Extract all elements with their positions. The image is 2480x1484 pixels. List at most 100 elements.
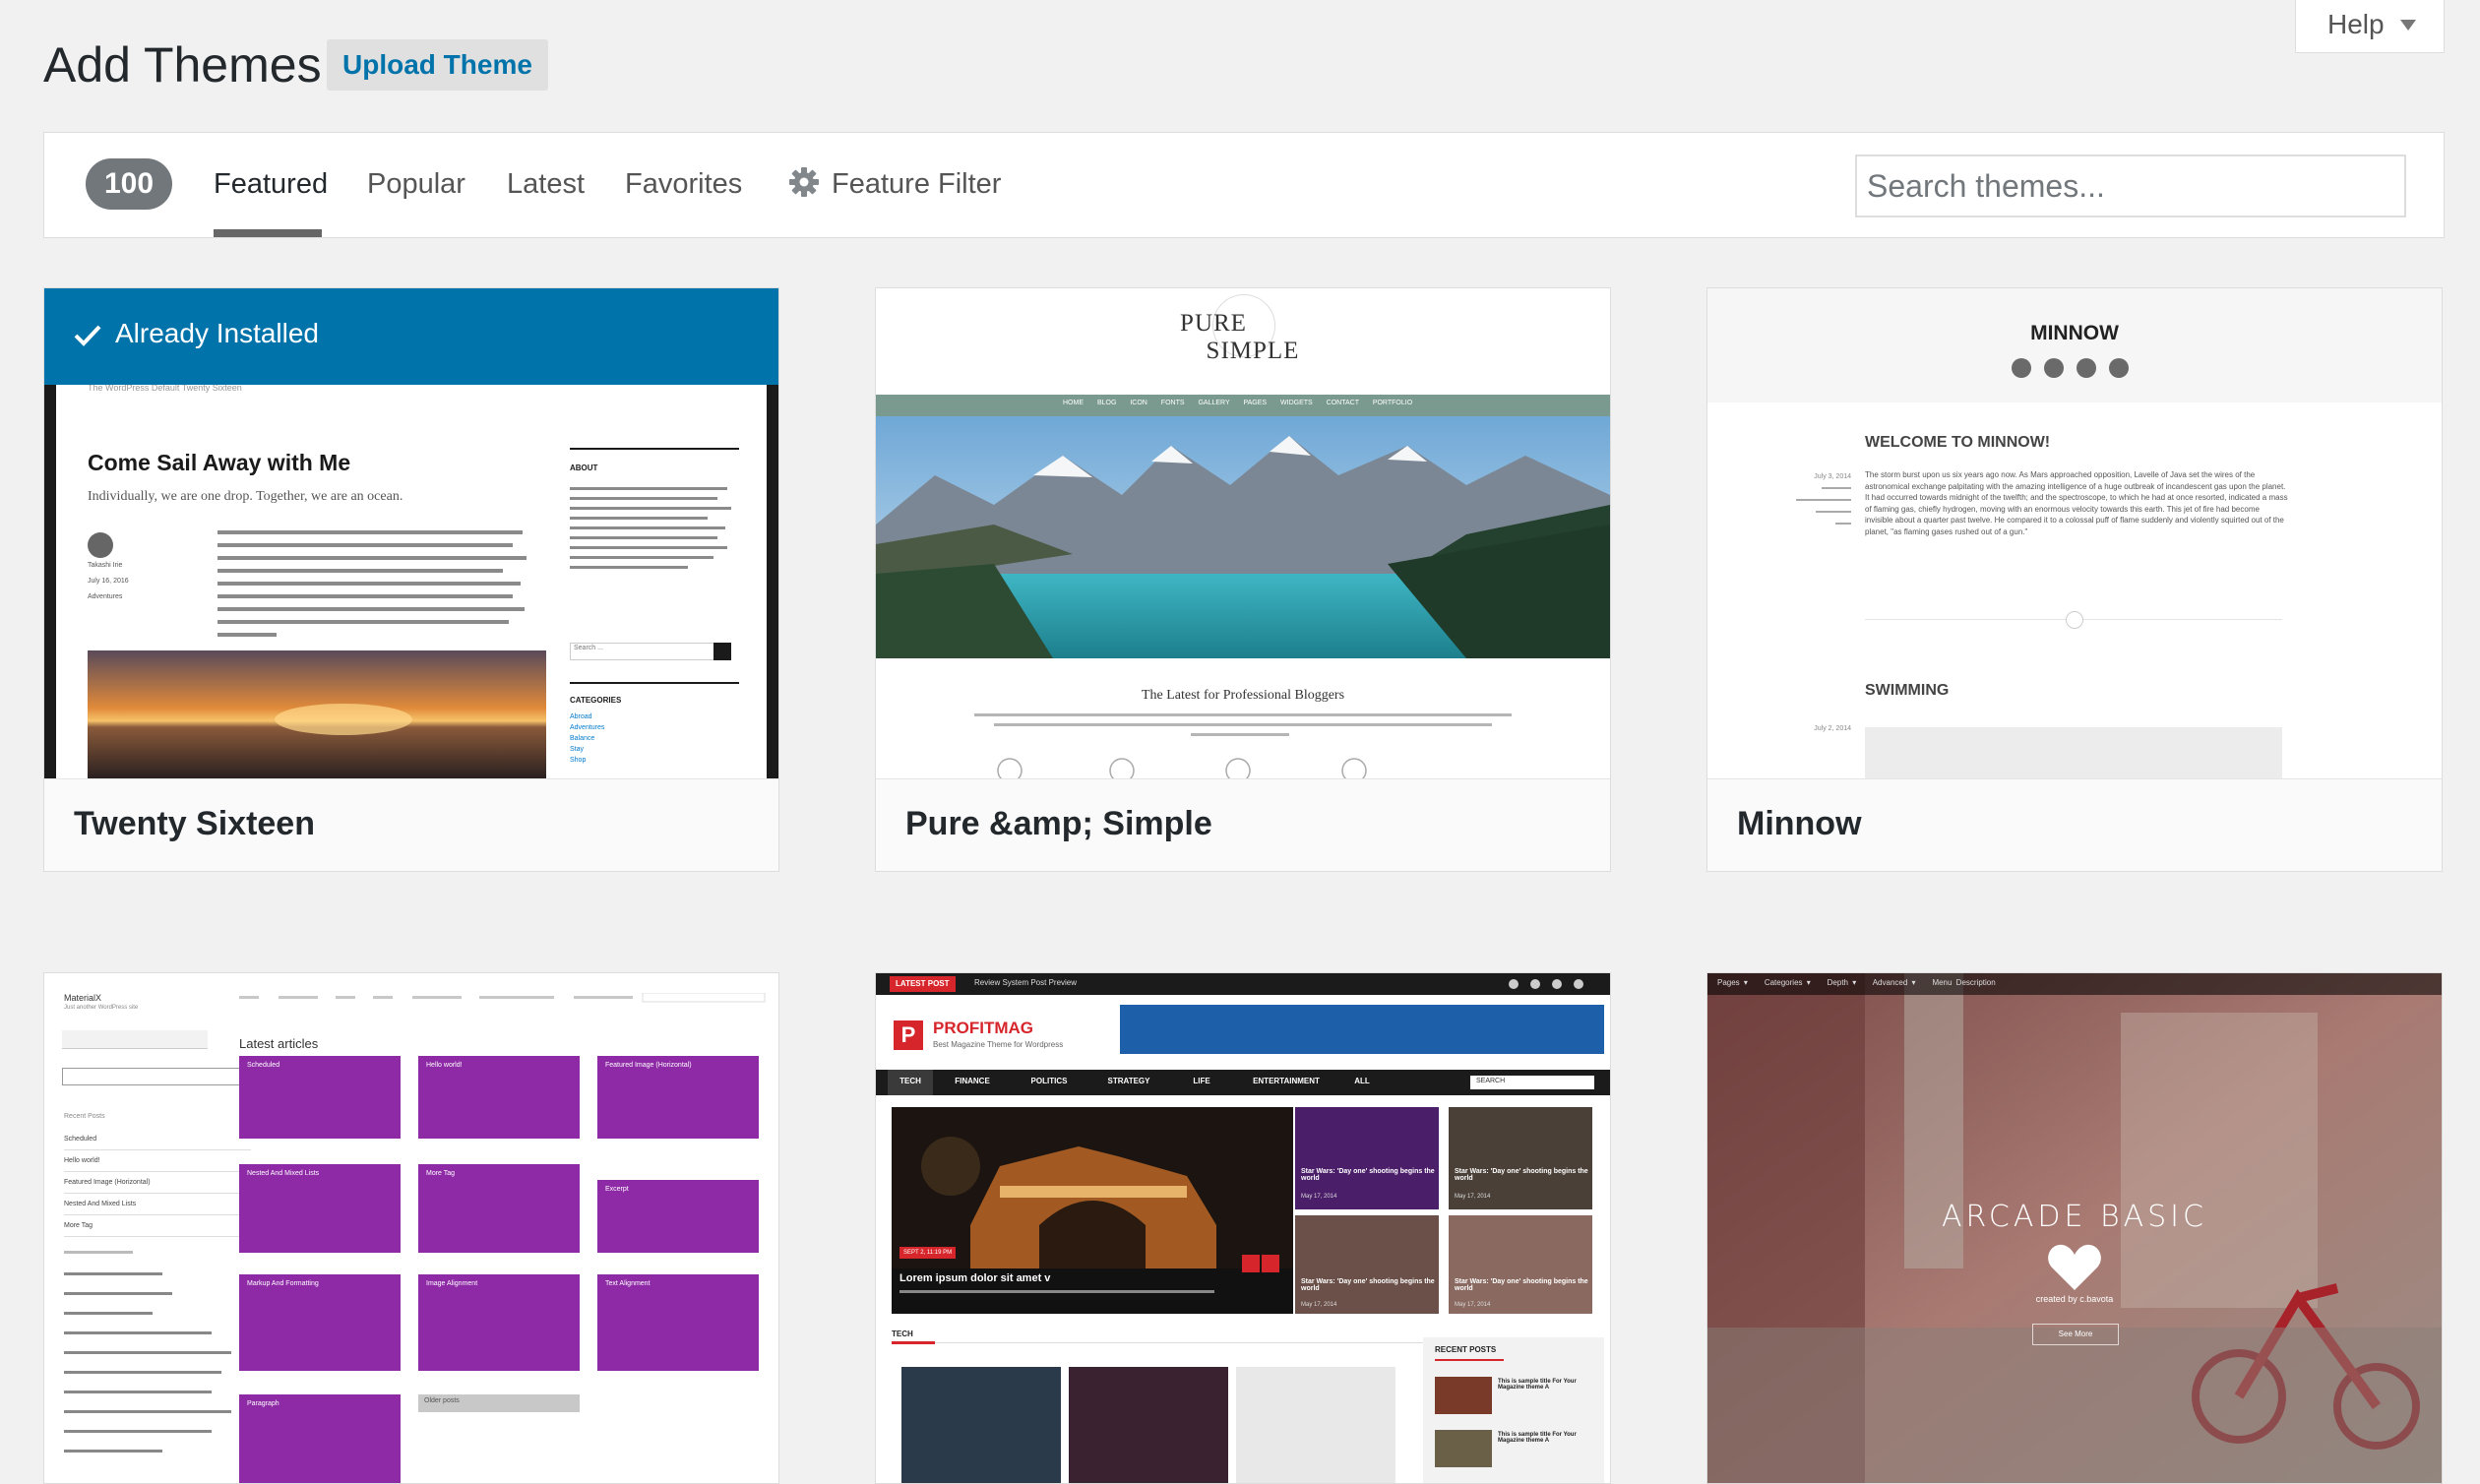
gear-icon[interactable] bbox=[788, 166, 820, 198]
theme-card-profitmag[interactable]: LATEST POST Review System Post Preview P… bbox=[875, 972, 1611, 1484]
chevron-right-icon[interactable] bbox=[1262, 1255, 1279, 1272]
preview-recent-posts: Scheduled Hello world! Featured Image (H… bbox=[64, 1129, 251, 1237]
divider-icon bbox=[2066, 611, 2083, 629]
help-tab[interactable]: Help bbox=[2295, 0, 2445, 53]
preview-tile: Image Alignment bbox=[418, 1274, 580, 1371]
search-themes-input[interactable] bbox=[1855, 155, 2406, 217]
theme-card-arcade-basic[interactable]: Pages ▾ Categories ▾ Depth ▾ Advanced ▾ … bbox=[1706, 972, 2443, 1484]
preview-about-heading: ABOUT bbox=[570, 464, 598, 472]
preview-side-title: Star Wars: 'Day one' shooting begins the… bbox=[1455, 1168, 1588, 1182]
theme-screenshot[interactable]: Pages ▾ Categories ▾ Depth ▾ Advanced ▾ … bbox=[1707, 973, 2442, 1483]
theme-screenshot[interactable]: MaterialX Just another WordPress site Re… bbox=[44, 973, 778, 1483]
theme-card-materialx[interactable]: MaterialX Just another WordPress site Re… bbox=[43, 972, 779, 1484]
preview-tile: Scheduled bbox=[239, 1056, 401, 1139]
preview-post-title: Come Sail Away with Me bbox=[88, 450, 351, 475]
tab-favorites[interactable]: Favorites bbox=[625, 164, 742, 204]
preview-nav: HOME BLOG ICON FONTS GALLERY PAGES WIDGE… bbox=[1063, 400, 1413, 406]
preview-tile: More Tag bbox=[418, 1164, 580, 1253]
theme-filter-bar: 100 Featured Popular Latest Favorites Fe… bbox=[43, 132, 2445, 238]
preview-post1-date: July 3, 2014 bbox=[1814, 473, 1851, 480]
preview-nav: TECH FINANCE POLITICS STRATEGY LIFE ENTERTAIN… bbox=[899, 1077, 1370, 1085]
preview-categories-heading: CATEGORIES bbox=[570, 696, 622, 705]
preview-tile: Markup And Formatting bbox=[239, 1274, 401, 1371]
theme-card-twenty-sixteen[interactable]: Already Installed The WordPress Default … bbox=[43, 287, 779, 872]
preview-search-icon bbox=[713, 643, 731, 660]
preview-post1-title: WELCOME TO MINNOW! bbox=[1865, 434, 2051, 451]
preview-recent-thumb bbox=[1435, 1430, 1492, 1467]
already-installed-label: Already Installed bbox=[115, 318, 320, 348]
preview-tile: Nested And Mixed Lists bbox=[239, 1164, 401, 1253]
help-label: Help bbox=[2327, 9, 2385, 39]
preview-search: Search ... bbox=[574, 645, 603, 651]
preview-side-image bbox=[1295, 1215, 1439, 1314]
upload-theme-button[interactable]: Upload Theme bbox=[327, 39, 548, 91]
advertise-banner bbox=[1120, 1005, 1604, 1054]
preview-search: SEARCH bbox=[1476, 1078, 1506, 1084]
preview-side-title: Star Wars: 'Day one' shooting begins the… bbox=[1301, 1278, 1435, 1292]
theme-name-bar: Pure &amp; Simple bbox=[876, 778, 1610, 871]
preview-tile: Excerpt bbox=[597, 1180, 759, 1253]
preview-logo: PURE SIMPLE bbox=[1180, 310, 1300, 364]
preview-side-date: May 17, 2014 bbox=[1301, 1194, 1337, 1200]
already-installed-banner: Already Installed bbox=[44, 288, 778, 385]
preview-body-text bbox=[217, 530, 527, 637]
theme-name: Minnow bbox=[1737, 805, 1862, 842]
preview-site-title: MINNOW bbox=[2030, 322, 2119, 344]
mountain-lake-image bbox=[876, 416, 1610, 658]
preview-date: July 16, 2016 bbox=[88, 578, 129, 585]
preview-hero-title: Lorem ipsum dolor sit amet v bbox=[899, 1272, 1051, 1284]
sunset-image bbox=[88, 650, 546, 778]
preview-intro-text bbox=[974, 713, 1512, 778]
theme-name-bar: Minnow bbox=[1707, 778, 2442, 871]
preview-latest-label: LATEST POST bbox=[890, 976, 956, 992]
page-title: Add Themes bbox=[43, 37, 322, 93]
preview-tile: Paragraph bbox=[239, 1394, 401, 1483]
preview-tagline: Just another WordPress site bbox=[64, 1005, 139, 1011]
preview-recent-thumb bbox=[1435, 1377, 1492, 1414]
tab-featured[interactable]: Featured bbox=[214, 164, 328, 204]
chevron-left-icon[interactable] bbox=[1242, 1255, 1260, 1272]
preview-recent-title: This is sample title For Your Magazine t… bbox=[1498, 1432, 1577, 1444]
preview-side-title: Star Wars: 'Day one' shooting begins the… bbox=[1301, 1168, 1435, 1182]
see-more-button: See More bbox=[2032, 1324, 2119, 1345]
preview-post1-meta bbox=[1796, 487, 1851, 525]
preview-side-image bbox=[1449, 1215, 1592, 1314]
preview-top-nav bbox=[239, 993, 766, 1003]
preview-credit: created by c.bavota bbox=[2035, 1294, 2114, 1304]
author-avatar bbox=[88, 532, 113, 558]
preview-category-list: Abroad Adventures Balance Stay Shop bbox=[570, 713, 605, 764]
preview-heading: Latest articles bbox=[239, 1036, 319, 1051]
preview-post2-image bbox=[1865, 727, 2282, 778]
theme-card-pure-simple[interactable]: PURE SIMPLE HOME BLOG ICON FONTS GALLERY… bbox=[875, 287, 1611, 872]
tab-popular[interactable]: Popular bbox=[367, 164, 465, 204]
theme-name: Twenty Sixteen bbox=[74, 805, 315, 842]
preview-menu: Pages ▾ Categories ▾ Depth ▾ Advanced ▾ … bbox=[1717, 978, 1996, 987]
preview-hero-date: SEPT 2, 11:19 PM bbox=[899, 1247, 957, 1259]
preview-post2-title: SWIMMING bbox=[1865, 682, 1950, 699]
preview-tile: Hello world! bbox=[418, 1056, 580, 1139]
preview-category: Adventures bbox=[88, 593, 123, 600]
theme-screenshot[interactable]: PURE SIMPLE HOME BLOG ICON FONTS GALLERY… bbox=[876, 288, 1610, 778]
tab-latest[interactable]: Latest bbox=[507, 164, 585, 204]
preview-post2-date: July 2, 2014 bbox=[1814, 725, 1851, 732]
preview-tech-image bbox=[1069, 1367, 1228, 1483]
preview-about-text bbox=[570, 487, 731, 569]
preview-tech-image bbox=[901, 1367, 1061, 1483]
preview-side-date: May 17, 2014 bbox=[1455, 1194, 1491, 1200]
preview-side-title: Star Wars: 'Day one' shooting begins the… bbox=[1455, 1278, 1588, 1292]
preview-site-title: MaterialX bbox=[64, 993, 102, 1003]
preview-tile: Text Alignment bbox=[597, 1274, 759, 1371]
preview-recent-heading: RECENT POSTS bbox=[1435, 1345, 1497, 1354]
theme-screenshot[interactable]: MINNOW WELCOME TO MINNOW! July 3, 2014 T… bbox=[1707, 288, 2442, 778]
checkmark-icon bbox=[74, 325, 101, 346]
preview-sidebar-lines bbox=[64, 1251, 231, 1453]
theme-count-badge: 100 bbox=[86, 158, 172, 210]
theme-screenshot[interactable]: LATEST POST Review System Post Preview P… bbox=[876, 973, 1610, 1483]
theme-card-minnow[interactable]: MINNOW WELCOME TO MINNOW! July 3, 2014 T… bbox=[1706, 287, 2443, 872]
feature-filter-button[interactable]: Feature Filter bbox=[832, 164, 1001, 204]
social-icons bbox=[1509, 979, 1583, 989]
preview-tech-image bbox=[1236, 1367, 1395, 1483]
preview-post-subtitle: Individually, we are one drop. Together,… bbox=[88, 489, 403, 504]
preview-latest-text: Review System Post Preview bbox=[974, 978, 1078, 987]
preview-post1-text: The storm burst upon us six years ago no… bbox=[1865, 470, 2288, 536]
